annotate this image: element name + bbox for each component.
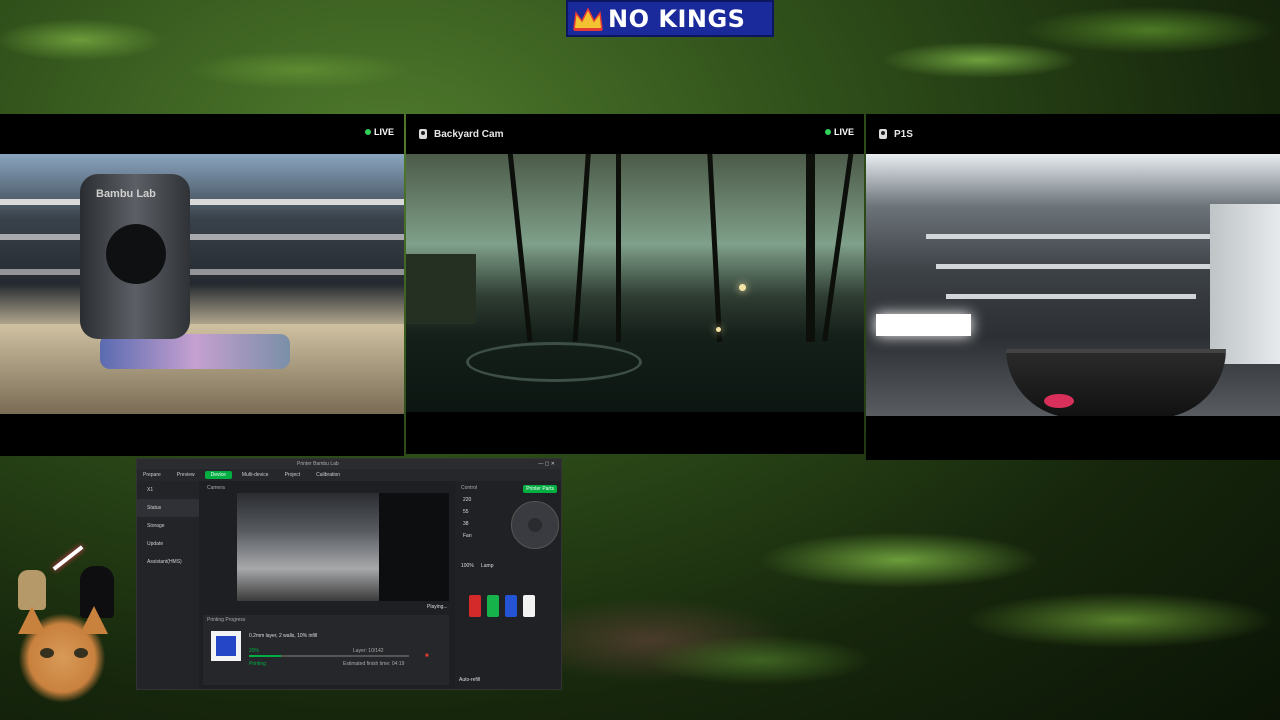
- ams-slot-2[interactable]: [487, 595, 499, 617]
- device-sidebar: X1 Status Storage Update Assistant(HMS): [137, 481, 199, 689]
- live-dot-icon: [364, 129, 371, 135]
- eta-label: Estimated finish time: 04:19: [343, 661, 405, 667]
- toolhead-brand: Bambu Lab: [96, 188, 156, 200]
- camera-panel-1: LIVE Bambu Lab: [0, 114, 404, 456]
- auto-refill-label[interactable]: Auto-refill: [459, 677, 480, 683]
- camera-title: Backyard Cam: [434, 128, 504, 140]
- control-panel: Control Printer Parts 220 55 38 Fan 100%…: [455, 481, 561, 689]
- nozzle-temp[interactable]: 220: [463, 497, 561, 503]
- tab-device[interactable]: Device: [204, 471, 232, 479]
- camera-title: P1S: [894, 128, 913, 140]
- window-title: Printer Bambu Lab: [297, 461, 339, 467]
- printer-toolhead: Bambu Lab: [80, 174, 190, 339]
- slicer-window: Printer Bambu Lab — ▢ ✕ Prepare Preview …: [136, 458, 562, 690]
- sidebar-item-storage[interactable]: Storage: [137, 517, 199, 535]
- ams-slot-1[interactable]: [469, 595, 481, 617]
- printer-camera-view: [237, 493, 449, 601]
- stop-icon[interactable]: ■: [425, 653, 429, 659]
- tab-calibration[interactable]: Calibration: [310, 471, 346, 479]
- tab-project[interactable]: Project: [279, 471, 307, 479]
- slicer-titlebar: Printer Bambu Lab — ▢ ✕: [137, 459, 561, 469]
- window-controls[interactable]: — ▢ ✕: [538, 461, 555, 467]
- camera-header: P1S: [866, 114, 1280, 154]
- lamp-label[interactable]: Lamp: [481, 563, 494, 569]
- camera-panel-2: Backyard Cam LIVE: [406, 114, 864, 454]
- kitten-icon: [0, 588, 130, 720]
- device-selector[interactable]: X1: [137, 481, 199, 499]
- print-progress-panel: Printing Progress 0.2mm layer, 2 walls, …: [203, 615, 449, 685]
- camera-icon: [878, 128, 888, 140]
- camera-label: Camera: [207, 485, 225, 491]
- status-word: Printing: [249, 661, 266, 667]
- job-info: 0.2mm layer, 2 walls, 10% infill: [249, 633, 318, 639]
- slicer-tabs: Prepare Preview Device Multi-device Proj…: [137, 469, 561, 481]
- sidebar-item-assistant[interactable]: Assistant(HMS): [137, 553, 199, 571]
- camera-feed: Bambu Lab: [0, 154, 404, 414]
- speed-value[interactable]: 100%: [461, 563, 474, 569]
- live-badge: LIVE: [824, 127, 854, 137]
- layer-label: Layer: 10/142: [353, 648, 384, 654]
- tab-preview[interactable]: Preview: [171, 471, 201, 479]
- print-progress-bar: [249, 655, 409, 657]
- sidebar-item-update[interactable]: Update: [137, 535, 199, 553]
- crown-icon: [568, 2, 608, 35]
- ams-slot-4[interactable]: [523, 595, 535, 617]
- camera-feed: [866, 154, 1280, 416]
- no-kings-banner: NO KINGS: [566, 0, 774, 37]
- printer-parts-button[interactable]: Printer Parts: [523, 485, 557, 493]
- tab-multi-device[interactable]: Multi-device: [236, 471, 275, 479]
- live-dot-icon: [824, 129, 831, 135]
- camera-header: Backyard Cam LIVE: [406, 114, 864, 154]
- percent-label: 20%: [249, 648, 260, 654]
- tab-prepare[interactable]: Prepare: [137, 471, 167, 479]
- printed-bowl: [1006, 349, 1226, 416]
- camera-feed: [406, 154, 864, 412]
- banner-text: NO KINGS: [608, 4, 746, 33]
- camera-panel-3: P1S: [866, 114, 1280, 460]
- sidebar-item-status[interactable]: Status: [137, 499, 199, 517]
- model-thumbnail: [211, 631, 241, 661]
- axis-joystick[interactable]: [511, 501, 559, 549]
- live-badge: LIVE: [364, 127, 394, 137]
- camera-header: LIVE: [0, 114, 404, 154]
- camera-icon: [418, 128, 428, 140]
- progress-title: Printing Progress: [207, 617, 246, 623]
- playing-status: Playing...: [427, 604, 448, 610]
- ams-slot-3[interactable]: [505, 595, 517, 617]
